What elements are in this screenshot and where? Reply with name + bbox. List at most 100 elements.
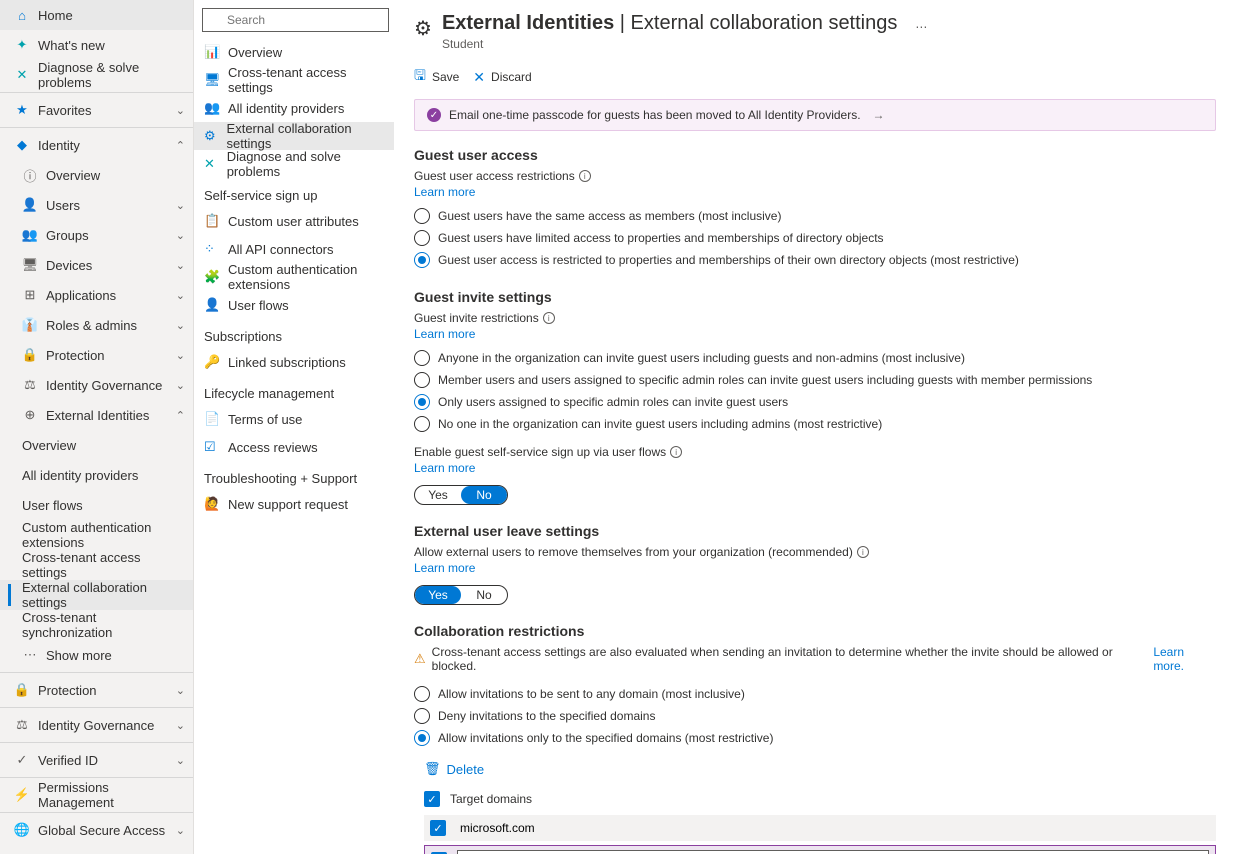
nav-item[interactable]: ⌂Home <box>0 0 193 30</box>
domain-row[interactable]: ✓ <box>424 845 1216 854</box>
nav-item[interactable]: ⓘOverview <box>0 160 193 190</box>
sb2-item[interactable]: 📊Overview <box>194 38 394 66</box>
leave-toggle[interactable]: Yes No <box>414 585 508 605</box>
sb2-item[interactable]: 📋Custom user attributes <box>194 207 394 235</box>
chevron-down-icon: ⌄ <box>176 229 185 242</box>
learn-more-link[interactable]: Learn more <box>414 561 475 575</box>
info-icon[interactable]: i <box>543 312 555 324</box>
nav-item[interactable]: ⊞Applications⌄ <box>0 280 193 310</box>
radio-icon <box>414 708 430 724</box>
toggle-yes[interactable]: Yes <box>415 486 461 504</box>
domain-input[interactable] <box>457 850 1209 854</box>
sb2-item[interactable]: 🖥Cross-tenant access settings <box>194 66 394 94</box>
sb2-item[interactable]: 👤 User flows <box>194 291 394 319</box>
learn-more-link[interactable]: Learn more <box>414 185 475 199</box>
radio-option[interactable]: Member users and users assigned to speci… <box>414 369 1216 391</box>
sb2-item[interactable]: ☑Access reviews <box>194 433 394 461</box>
toggle-no[interactable]: No <box>461 486 507 504</box>
selfservice-label: Enable guest self-service sign up via us… <box>414 445 1216 459</box>
sb2-icon: 👥 <box>204 100 220 116</box>
selfservice-toggle[interactable]: Yes No <box>414 485 508 505</box>
nav-subitem[interactable]: Cross-tenant synchronization <box>0 610 193 640</box>
nav-subitem[interactable]: External collaboration settings <box>0 580 193 610</box>
learn-more-link[interactable]: Learn more. <box>1153 645 1216 673</box>
learn-more-link[interactable]: Learn more <box>414 327 475 341</box>
nav-item[interactable]: ⚡Permissions Management <box>0 780 193 810</box>
nav-subitem[interactable]: Overview <box>0 430 193 460</box>
nav-label: Custom authentication extensions <box>22 520 185 550</box>
section-guest-access: Guest user access Guest user access rest… <box>394 147 1236 289</box>
radio-option[interactable]: Guest users have the same access as memb… <box>414 205 1216 227</box>
nav-item[interactable]: ⚖Identity Governance⌄ <box>0 370 193 400</box>
nav-subitem[interactable]: Custom authentication extensions <box>0 520 193 550</box>
delete-button[interactable]: 🗑 Delete <box>424 761 1216 777</box>
sb2-icon: 👤 <box>204 297 220 313</box>
sb2-item[interactable]: ⁘All API connectors <box>194 235 394 263</box>
radio-option[interactable]: Allow invitations to be sent to any doma… <box>414 683 1216 705</box>
info-icon[interactable]: i <box>579 170 591 182</box>
radio-option[interactable]: No one in the organization can invite gu… <box>414 413 1216 435</box>
checkbox-icon[interactable]: ✓ <box>430 820 446 836</box>
radio-icon <box>414 730 430 746</box>
radio-option[interactable]: Only users assigned to specific admin ro… <box>414 391 1216 413</box>
learn-more-link[interactable]: Learn more <box>414 461 475 475</box>
nav-label: User flows <box>22 498 185 513</box>
nav-identity[interactable]: ◆ Identity ⌃ <box>0 130 193 160</box>
nav-favorites[interactable]: ★ Favorites ⌄ <box>0 95 193 125</box>
sb2-icon: 📄 <box>204 411 220 427</box>
sb2-item[interactable]: 🧩Custom authentication extensions <box>194 263 394 291</box>
sb2-icon: ☑ <box>204 439 220 455</box>
sb2-item[interactable]: ⚙External collaboration settings <box>194 122 394 150</box>
radio-icon <box>414 416 430 432</box>
nav-showmore[interactable]: ⋯ Show more <box>0 640 193 670</box>
dots-icon: ⋯ <box>22 647 38 663</box>
arrow-right-icon[interactable]: → <box>873 108 885 122</box>
sb2-item[interactable]: 👥All identity providers <box>194 94 394 122</box>
nav-subitem[interactable]: Cross-tenant access settings <box>0 550 193 580</box>
sb2-label: Cross-tenant access settings <box>228 65 384 95</box>
nav-item[interactable]: ✦What's new <box>0 30 193 60</box>
save-button[interactable]: 🖫 Save <box>414 65 459 89</box>
sb2-item[interactable]: 🙋New support request <box>194 490 394 518</box>
nav-subitem[interactable]: User flows <box>0 490 193 520</box>
toggle-yes[interactable]: Yes <box>415 586 461 604</box>
nav-subitem[interactable]: All identity providers <box>0 460 193 490</box>
nav-item[interactable]: 🔒Protection⌄ <box>0 675 193 705</box>
nav-label: All identity providers <box>22 468 185 483</box>
nav-item[interactable]: 🔒Protection⌄ <box>0 340 193 370</box>
search-input[interactable] <box>202 8 389 32</box>
nav-item[interactable]: 👔Roles & admins⌄ <box>0 310 193 340</box>
chevron-down-icon: ⌄ <box>176 104 185 117</box>
info-icon[interactable]: i <box>857 546 869 558</box>
radio-option[interactable]: Anyone in the organization can invite gu… <box>414 347 1216 369</box>
radio-option[interactable]: Guest user access is restricted to prope… <box>414 249 1216 271</box>
discard-button[interactable]: ✕ Discard <box>473 65 531 89</box>
nav-item[interactable]: ✕Diagnose & solve problems <box>0 60 193 90</box>
radio-option[interactable]: Allow invitations only to the specified … <box>414 727 1216 749</box>
sb2-item[interactable]: 📄Terms of use <box>194 405 394 433</box>
nav-item[interactable]: ⊕External Identities⌃ <box>0 400 193 430</box>
nav-label: Identity Governance <box>38 718 176 733</box>
save-icon: 🖫 <box>414 65 426 89</box>
checkbox-icon[interactable]: ✓ <box>424 791 440 807</box>
radio-option[interactable]: Deny invitations to the specified domain… <box>414 705 1216 727</box>
radio-label: Guest user access is restricted to prope… <box>438 253 1019 267</box>
nav-item[interactable]: 🌐Global Secure Access⌄ <box>0 815 193 845</box>
nav-item[interactable]: 🖥Devices⌄ <box>0 250 193 280</box>
sb2-item[interactable]: ✕Diagnose and solve problems <box>194 150 394 178</box>
target-domains-row[interactable]: ✓ Target domains <box>424 787 1216 811</box>
domain-row[interactable]: ✓ <box>424 815 1216 841</box>
sb2-icon: ⁘ <box>204 241 220 257</box>
info-icon[interactable]: i <box>670 446 682 458</box>
nav-item[interactable]: 👥Groups⌄ <box>0 220 193 250</box>
nav-item[interactable]: 👤Users⌄ <box>0 190 193 220</box>
nav-item[interactable]: ✓Verified ID⌄ <box>0 745 193 775</box>
sb2-label: User flows <box>228 298 289 313</box>
radio-icon <box>414 394 430 410</box>
toggle-no[interactable]: No <box>461 586 507 604</box>
domain-input[interactable] <box>456 819 1210 837</box>
sb2-item[interactable]: 🔑Linked subscriptions <box>194 348 394 376</box>
more-icon[interactable]: ⋯ <box>915 20 927 34</box>
nav-item[interactable]: ⚖Identity Governance⌄ <box>0 710 193 740</box>
radio-option[interactable]: Guest users have limited access to prope… <box>414 227 1216 249</box>
